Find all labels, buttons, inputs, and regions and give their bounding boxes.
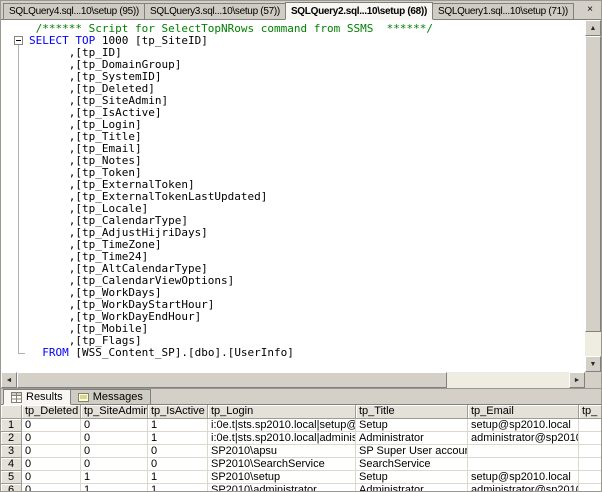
grid-cell[interactable] — [468, 458, 579, 471]
sql-text — [29, 346, 42, 359]
grid-cell[interactable]: i:0e.t|sts.sp2010.local|setup@sp2010.loc… — [208, 419, 356, 432]
row-number[interactable]: 3 — [1, 445, 22, 458]
sql-text: [WSS_Content_SP].[dbo].[UserInfo] — [69, 346, 294, 359]
vertical-scrollbar[interactable]: ▲ ▼ — [585, 20, 601, 372]
grid-cell[interactable]: 0 — [22, 471, 81, 484]
document-tab-sqlquery2[interactable]: SQLQuery2.sql...10\setup (68)) — [285, 2, 433, 20]
tab-results-label: Results — [26, 391, 63, 403]
grid-cell[interactable] — [579, 445, 601, 458]
sql-keyword: FROM — [42, 346, 69, 359]
collapse-region-toggle-icon[interactable] — [14, 36, 23, 45]
tab-messages-label: Messages — [93, 391, 143, 403]
grid-cell[interactable] — [579, 458, 601, 471]
horizontal-scroll-thumb[interactable] — [17, 372, 447, 388]
horizontal-scrollbar[interactable]: ◄ ► — [1, 372, 585, 388]
tab-results[interactable]: Results — [3, 389, 71, 405]
row-number[interactable]: 2 — [1, 432, 22, 445]
sql-editor[interactable]: /****** Script for SelectTopNRows comman… — [1, 20, 585, 372]
editor-pane: /****** Script for SelectTopNRows comman… — [1, 20, 601, 388]
grid-cell[interactable]: Setup — [356, 419, 468, 432]
grid-cell[interactable]: Setup — [356, 471, 468, 484]
column-header-tp-title[interactable]: tp_Title — [356, 405, 468, 419]
grid-cell[interactable]: 0 — [22, 458, 81, 471]
grid-cell[interactable]: 1 — [81, 484, 148, 492]
grid-cell[interactable]: 0 — [81, 432, 148, 445]
grid-cell[interactable]: 0 — [22, 419, 81, 432]
table-row: 5011SP2010\setupSetupsetup@sp2010.local — [1, 471, 601, 484]
grid-cell[interactable]: 1 — [81, 471, 148, 484]
grid-cell[interactable]: SP2010\SearchService — [208, 458, 356, 471]
grid-cell[interactable]: setup@sp2010.local — [468, 419, 579, 432]
grid-header-row: tp_Deleted tp_SiteAdmin tp_IsActive tp_L… — [1, 405, 601, 419]
code-line: FROM [WSS_Content_SP].[dbo].[UserInfo] — [29, 347, 585, 359]
grid-cell[interactable]: 1 — [148, 484, 208, 492]
row-number[interactable]: 4 — [1, 458, 22, 471]
grid-cell[interactable] — [579, 419, 601, 432]
ssms-query-window: SQLQuery4.sql...10\setup (95)) SQLQuery3… — [0, 0, 602, 492]
grid-cell[interactable]: 0 — [148, 445, 208, 458]
table-row: 6011SP2010\administratorAdministratoradm… — [1, 484, 601, 492]
grid-cell[interactable]: Administrator — [356, 484, 468, 492]
row-number[interactable]: 1 — [1, 419, 22, 432]
scrollbar-corner — [585, 372, 601, 388]
grid-cell[interactable]: SP Super User account — [356, 445, 468, 458]
grid-cell[interactable]: 0 — [148, 458, 208, 471]
scroll-right-icon[interactable]: ► — [569, 372, 585, 388]
grid-cell[interactable]: i:0e.t|sts.sp2010.local|administrator@sp… — [208, 432, 356, 445]
row-number[interactable]: 6 — [1, 484, 22, 492]
column-header-tp-isactive[interactable]: tp_IsActive — [148, 405, 208, 419]
document-tab-sqlquery4[interactable]: SQLQuery4.sql...10\setup (95)) — [3, 3, 145, 19]
grid-cell[interactable]: 1 — [148, 471, 208, 484]
table-row: 1001i:0e.t|sts.sp2010.local|setup@sp2010… — [1, 419, 601, 432]
column-header-tp-deleted[interactable]: tp_Deleted — [22, 405, 81, 419]
close-document-icon[interactable]: × — [583, 4, 597, 17]
grid-cell[interactable] — [579, 484, 601, 492]
grid-cell[interactable] — [579, 471, 601, 484]
grid-cell[interactable]: SP2010\setup — [208, 471, 356, 484]
outline-guide-end — [18, 353, 25, 354]
document-tab-sqlquery1[interactable]: SQLQuery1.sql...10\setup (71)) — [432, 3, 574, 19]
messages-icon — [78, 392, 89, 403]
scroll-down-icon[interactable]: ▼ — [585, 356, 601, 372]
grid-cell[interactable]: 1 — [148, 419, 208, 432]
column-header-tp-truncated[interactable]: tp_ — [579, 405, 601, 419]
results-grid-icon — [11, 392, 22, 403]
grid-cell[interactable]: 1 — [148, 432, 208, 445]
corner-header-cell[interactable] — [1, 405, 22, 419]
vertical-scroll-thumb[interactable] — [585, 36, 601, 332]
grid-cell[interactable]: SearchService — [356, 458, 468, 471]
table-row: 4000SP2010\SearchServiceSearchService — [1, 458, 601, 471]
results-grid-body: 1001i:0e.t|sts.sp2010.local|setup@sp2010… — [1, 419, 601, 492]
grid-cell[interactable]: SP2010\administrator — [208, 484, 356, 492]
results-tabstrip: Results Messages — [1, 388, 601, 405]
outline-guide-line — [18, 45, 19, 354]
tab-messages[interactable]: Messages — [70, 389, 151, 404]
column-header-tp-email[interactable]: tp_Email — [468, 405, 579, 419]
grid-cell[interactable]: SP2010\apsu — [208, 445, 356, 458]
grid-cell[interactable]: 0 — [81, 419, 148, 432]
grid-cell[interactable]: 0 — [22, 445, 81, 458]
scroll-up-icon[interactable]: ▲ — [585, 20, 601, 36]
grid-cell[interactable]: 0 — [22, 484, 81, 492]
grid-cell[interactable]: 0 — [81, 445, 148, 458]
grid-cell[interactable] — [468, 445, 579, 458]
grid-cell[interactable]: 0 — [81, 458, 148, 471]
table-row: 2001i:0e.t|sts.sp2010.local|administrato… — [1, 432, 601, 445]
document-tab-sqlquery3[interactable]: SQLQuery3.sql...10\setup (57)) — [144, 3, 286, 19]
results-grid: tp_Deleted tp_SiteAdmin tp_IsActive tp_L… — [1, 405, 601, 492]
table-row: 3000SP2010\apsuSP Super User account — [1, 445, 601, 458]
scroll-left-icon[interactable]: ◄ — [1, 372, 17, 388]
document-tabstrip: SQLQuery4.sql...10\setup (95)) SQLQuery3… — [1, 1, 601, 20]
row-number[interactable]: 5 — [1, 471, 22, 484]
grid-cell[interactable]: administrator@sp2010.local — [468, 484, 579, 492]
column-header-tp-siteadmin[interactable]: tp_SiteAdmin — [81, 405, 148, 419]
grid-cell[interactable] — [579, 432, 601, 445]
column-header-tp-login[interactable]: tp_Login — [208, 405, 356, 419]
grid-cell[interactable]: administrator@sp2010.local — [468, 432, 579, 445]
grid-cell[interactable]: Administrator — [356, 432, 468, 445]
grid-cell[interactable]: 0 — [22, 432, 81, 445]
grid-cell[interactable]: setup@sp2010.local — [468, 471, 579, 484]
